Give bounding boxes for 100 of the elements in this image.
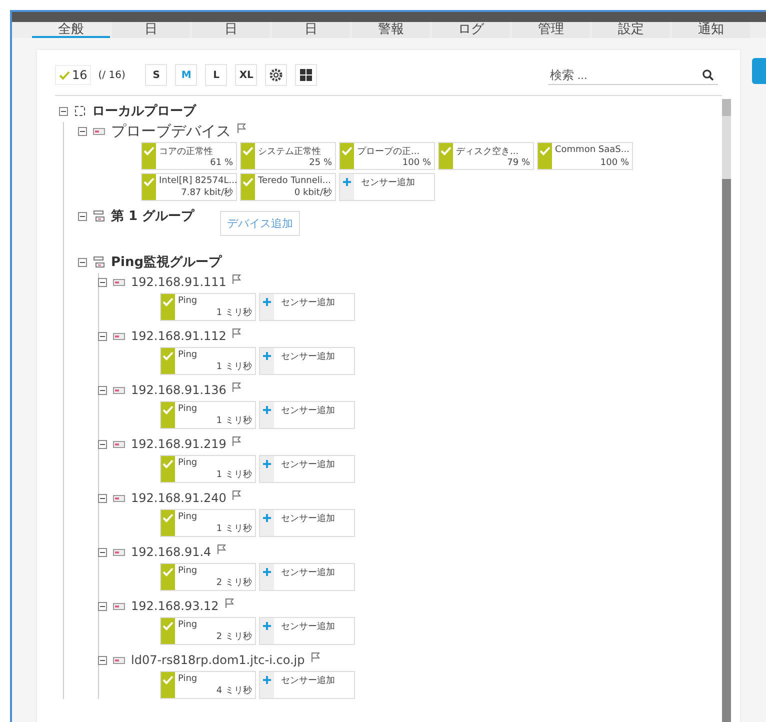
sensor-tile[interactable]: Ping 1 ミリ秒	[160, 347, 256, 375]
sensor-tile[interactable]: Ping 4 ミリ秒	[160, 671, 256, 699]
sensor-name: Ping	[178, 404, 198, 414]
flag-icon[interactable]	[232, 328, 242, 338]
collapse-toggle[interactable]	[98, 440, 107, 448]
flag-icon[interactable]	[232, 382, 242, 392]
size-button[interactable]: XL	[235, 64, 258, 86]
collapse-toggle[interactable]	[78, 126, 87, 136]
sensor-name: コアの正常性	[159, 146, 214, 158]
add-sensor-tile[interactable]: センサー追加	[339, 173, 435, 201]
collapse-toggle[interactable]	[98, 386, 107, 394]
flag-icon[interactable]	[232, 436, 242, 446]
ok-count-badge[interactable]: 16	[55, 65, 92, 85]
collapse-toggle[interactable]	[78, 258, 87, 266]
collapse-toggle[interactable]	[98, 332, 107, 340]
tree-node-name[interactable]: ld07-rs818rp.dom1.jtc-i.co.jp	[131, 653, 305, 667]
nav-tab[interactable]: 日	[192, 22, 270, 38]
collapse-toggle[interactable]	[59, 106, 68, 116]
add-sensor-label: センサー追加	[281, 674, 336, 687]
tree-node-name[interactable]: 192.168.91.240	[131, 491, 226, 505]
tree-node-name[interactable]: 第 1 グループ	[111, 207, 194, 225]
tree-node-name[interactable]: 192.168.91.112	[131, 329, 226, 343]
add-sensor-label: センサー追加	[281, 458, 336, 471]
add-sensor-tile[interactable]: センサー追加	[259, 671, 355, 699]
sensor-tile[interactable]: プローブの正... 100 %	[339, 142, 435, 170]
scrollbar[interactable]	[722, 99, 731, 722]
sensor-tile[interactable]: Ping 1 ミリ秒	[160, 401, 256, 429]
add-sensor-tile[interactable]: センサー追加	[259, 455, 355, 483]
sensor-value: 7.87 kbit/秒	[181, 186, 233, 199]
sensor-tile[interactable]: Ping 2 ミリ秒	[160, 617, 256, 645]
probe-icon	[74, 105, 86, 117]
tree-node-name[interactable]: 192.168.91.136	[131, 383, 226, 397]
nav-tab[interactable]: 警報	[352, 22, 430, 38]
sensor-tile[interactable]: Ping 1 ミリ秒	[160, 293, 256, 321]
sensor-tile[interactable]: Ping 1 ミリ秒	[160, 455, 256, 483]
size-button[interactable]: L	[205, 64, 228, 86]
flag-icon[interactable]	[217, 544, 228, 554]
sensor-value: 1 ミリ秒	[216, 522, 252, 535]
collapse-toggle[interactable]	[98, 656, 107, 664]
sensor-name: Teredo Tunneli...	[258, 176, 332, 186]
nav-tab[interactable]: 管理	[512, 22, 590, 38]
add-sensor-tile[interactable]: センサー追加	[259, 347, 355, 375]
plus-icon	[260, 510, 274, 536]
plus-icon	[260, 618, 274, 644]
nav-tab[interactable]: 設定	[592, 22, 670, 38]
sensor-tile[interactable]: コアの正常性 61 %	[141, 142, 237, 170]
sensor-name: Common SaaS...	[555, 145, 630, 155]
tree-node-name[interactable]: ローカルプローブ	[92, 102, 196, 120]
add-sensor-tile[interactable]: センサー追加	[259, 617, 355, 645]
flag-icon[interactable]	[310, 652, 321, 662]
collapse-toggle[interactable]	[98, 278, 107, 286]
size-button[interactable]: S	[145, 64, 168, 86]
add-sensor-tile[interactable]: センサー追加	[259, 563, 355, 591]
sensor-tile[interactable]: システム正常性 25 %	[240, 142, 336, 170]
sensor-name: Ping	[178, 620, 198, 630]
flag-icon[interactable]	[237, 123, 247, 133]
collapse-toggle[interactable]	[78, 212, 87, 220]
sensor-tile[interactable]: Ping 2 ミリ秒	[160, 563, 256, 591]
flag-icon[interactable]	[232, 490, 242, 500]
collapse-toggle[interactable]	[98, 602, 107, 610]
sensor-tile[interactable]: ディスク空き... 79 %	[438, 142, 534, 170]
settings-icon	[269, 68, 284, 82]
nav-tab[interactable]: 日	[112, 22, 190, 38]
total-count: (/ 16)	[98, 70, 126, 80]
sensor-name: Ping	[178, 350, 198, 360]
collapse-toggle[interactable]	[98, 548, 107, 556]
add-sensor-label: センサー追加	[281, 620, 336, 633]
sensor-tile[interactable]: Teredo Tunneli... 0 kbit/秒	[240, 173, 336, 201]
add-sensor-tile[interactable]: センサー追加	[259, 509, 355, 537]
nav-tab[interactable]: 全般	[32, 22, 110, 38]
sensor-tile[interactable]: Common SaaS... 100 %	[537, 142, 633, 170]
sensor-name: Ping	[178, 512, 198, 522]
device-icon	[113, 278, 125, 286]
nav-tab[interactable]: 通知	[672, 22, 750, 38]
flag-icon[interactable]	[224, 598, 235, 608]
tree-node-name[interactable]: 192.168.91.219	[131, 437, 226, 451]
sensor-tile[interactable]: Ping 1 ミリ秒	[160, 509, 256, 537]
add-sensor-label: センサー追加	[361, 176, 416, 189]
add-sensor-label: センサー追加	[281, 566, 336, 579]
plus-icon	[340, 174, 354, 200]
plus-icon	[260, 456, 274, 482]
collapse-toggle[interactable]	[98, 494, 107, 502]
settings-button[interactable]	[265, 64, 288, 86]
tree-node-name[interactable]: 192.168.93.12	[131, 599, 219, 613]
tree-node-name[interactable]: プローブデバイス	[111, 122, 231, 140]
tree-node-name[interactable]: Ping監視グループ	[111, 253, 222, 271]
add-sensor-tile[interactable]: センサー追加	[259, 293, 355, 321]
nav-tab[interactable]: 日	[272, 22, 350, 38]
device-icon	[113, 332, 125, 340]
sensor-name: Ping	[178, 296, 198, 306]
tree-node-name[interactable]: 192.168.91.4	[131, 545, 212, 559]
nav-tab[interactable]: ログ	[432, 22, 510, 38]
add-sensor-tile[interactable]: センサー追加	[259, 401, 355, 429]
tree-node-name[interactable]: 192.168.91.111	[131, 275, 226, 289]
grid-icon	[299, 68, 314, 82]
grid-view-button[interactable]	[295, 64, 318, 86]
flag-icon[interactable]	[232, 274, 242, 284]
sensor-value: 1 ミリ秒	[216, 414, 252, 427]
sensor-tile[interactable]: Intel[R] 82574L... 7.87 kbit/秒	[141, 173, 237, 201]
plus-icon	[260, 348, 274, 374]
